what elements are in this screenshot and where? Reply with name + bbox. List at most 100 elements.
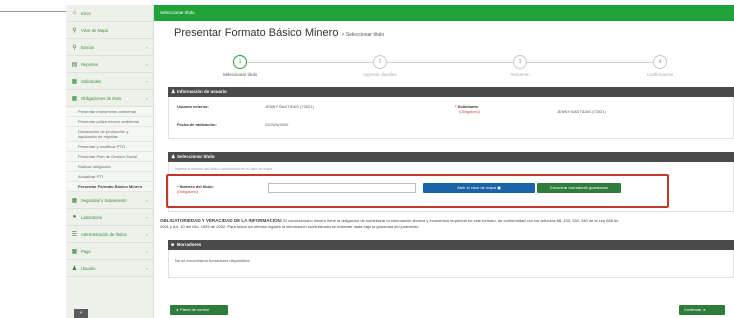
select-title-header: ♟ Seleccionar título <box>168 152 734 162</box>
sidebar-item-label: Pago <box>81 248 91 254</box>
step-2-number: 2 <box>373 55 387 69</box>
sidebar-item[interactable]: ▦ Seguridad y Salvamento » <box>66 192 153 209</box>
find-drafts-label: Encontrar borradores guardados <box>550 185 608 190</box>
page-title-text: Presentar Formato Básico Minero <box>174 27 339 39</box>
step-2-label: Ingresar detalles <box>363 72 397 77</box>
step-3-label: Resumen <box>510 72 530 77</box>
user-value: JENNY BASTIDAS (73521) <box>265 104 314 109</box>
step-2: 2 Ingresar detalles <box>340 54 420 77</box>
page-title: Presentar Formato Básico Minero > Selecc… <box>174 27 384 39</box>
sidebar-item-label: Visor de Mapa <box>81 27 108 33</box>
applicant-required: (Obligatorio) <box>459 110 480 114</box>
drafts-heading: Borradores <box>177 242 202 247</box>
divider <box>0 11 66 12</box>
sidebar-subitem[interactable]: Radicar obligación <box>66 162 153 172</box>
sidebar-item-label: Solicitudes <box>81 78 102 84</box>
open-map-viewer-label: Abrir el visor de mapa <box>457 185 496 190</box>
lab-icon: ● <box>72 214 77 220</box>
step-indicator: 1 Seleccionar título 2 Ingresar detalles 3… <box>160 54 734 84</box>
sidebar-subitem[interactable]: Declaración de producción y liquidación … <box>66 127 153 142</box>
sidebar-item-label: Inicio <box>81 10 91 16</box>
search-icon: ⚲ <box>72 44 77 51</box>
sidebar-item[interactable]: ▦ Pago » <box>66 243 153 260</box>
sidebar-item[interactable]: ♟ Usuario » <box>66 260 153 277</box>
report-icon: ▤ <box>71 61 78 68</box>
sidebar-item[interactable]: ⌂ Inicio <box>66 5 153 22</box>
user-info-heading: Información de usuario <box>177 89 227 94</box>
open-map-viewer-button[interactable]: Abrir el visor de mapa ▣ <box>423 183 535 193</box>
page-title-breadcrumb: > Seleccionar título <box>341 32 385 38</box>
find-drafts-button[interactable]: Encontrar borradores guardados <box>537 183 621 193</box>
step-1: 1 Seleccionar título <box>200 54 280 77</box>
user-label: Usuario externo: <box>177 104 209 109</box>
control-panel-label: Panel de control <box>180 307 210 312</box>
sidebar-subitem[interactable]: Presentar Plan de Gestión Social <box>66 152 153 162</box>
user-info-header: ♟ Información de usuario <box>168 87 734 97</box>
chevron-icon: » <box>145 265 148 271</box>
select-title-heading: Seleccionar título <box>177 154 215 159</box>
sidebar-item-label: Usuario <box>81 265 96 271</box>
step-1-number: 1 <box>233 55 247 69</box>
chevron-icon: » <box>145 231 148 237</box>
user-icon: ♟ <box>71 265 78 272</box>
step-4-number: 4 <box>653 55 667 69</box>
grid-icon: ▦ <box>71 95 78 102</box>
chevron-icon: » <box>145 214 148 220</box>
sidebar-item-label: Laboratorio <box>81 214 103 220</box>
sidebar-item-label: Obligaciones de título <box>81 95 122 101</box>
sidebar-item[interactable]: ☰ Administración de títulos » <box>66 226 153 243</box>
chevron-icon: » <box>145 61 148 67</box>
step-4-label: Confirmación <box>646 72 674 77</box>
sidebar-subitem[interactable]: Presentar póliza minero ambiental <box>66 117 153 127</box>
arrow-right-icon: ▸ <box>703 307 706 312</box>
applicant-label: * Solicitante: <box>455 104 480 109</box>
drafts-panel: No se encontraron borradores disponibles… <box>168 250 734 278</box>
date-label: Fecha de radicación: <box>177 122 217 127</box>
step-3-number: 3 <box>513 55 527 69</box>
sidebar-subitem[interactable]: Presentar Formato Básico Minero <box>66 182 153 192</box>
drafts-header: ■ Borradores <box>168 240 734 250</box>
sidebar-subitem[interactable]: Presentar y modificar PTO <box>66 142 153 152</box>
title-number-input[interactable] <box>268 183 416 193</box>
applicant-value: JENNY BASTIDAS (73521) <box>557 109 606 114</box>
sidebar-item-label: Reportes <box>81 61 98 67</box>
sidebar-item[interactable]: ⚲ Visor de Mapa <box>66 22 153 39</box>
legal-notice-line2: 2001 y Art. 10 del Dto. 1993 de 2002. Pa… <box>160 224 420 229</box>
document-icon: ■ <box>171 242 175 248</box>
step-line <box>240 62 660 63</box>
user-icon: ♟ <box>171 154 176 160</box>
chevron-icon: » <box>145 78 148 84</box>
user-info-panel: Usuario externo: JENNY BASTIDAS (73521) … <box>168 97 734 139</box>
step-1-label: Seleccionar título <box>222 72 258 77</box>
left-gutter <box>0 0 66 318</box>
map-icon: ▣ <box>497 185 501 190</box>
sidebar-item-label: Seguridad y Salvamento <box>81 197 127 203</box>
top-bar-label: Seleccionar título <box>160 10 195 15</box>
sidebar-item[interactable]: ● Laboratorio » <box>66 209 153 226</box>
continue-button[interactable]: Continuar ▸ <box>679 305 725 315</box>
continue-label: Continuar <box>684 307 702 312</box>
grid-icon: ▦ <box>71 197 78 204</box>
sidebar-item[interactable]: ▤ Reportes » <box>66 56 153 73</box>
sidebar-item-label: Administración de títulos <box>81 231 127 237</box>
step-3: 3 Resumen <box>480 54 560 77</box>
map-marker-icon: ⚲ <box>72 27 77 34</box>
sidebar-item[interactable]: ▦ Obligaciones de título » <box>66 90 153 107</box>
collapse-sidebar-button[interactable]: « <box>74 309 88 318</box>
sidebar-item[interactable]: ▦ Solicitudes » <box>66 73 153 90</box>
sidebar-item[interactable]: ⚲ Buscar » <box>66 39 153 56</box>
chevron-icon: » <box>145 44 148 50</box>
legal-notice: OBLIGATORIEDAD Y VERACIDAD DE LA INFORMA… <box>160 218 734 230</box>
chevron-icon: » <box>145 95 148 101</box>
home-icon: ⌂ <box>72 10 77 16</box>
select-title-hint: Ingrese el número del título o selección… <box>175 167 274 171</box>
drafts-empty-message: No se encontraron borradores disponibles… <box>175 258 251 263</box>
sidebar: ⌂ Inicio ⚲ Visor de Mapa ⚲ Buscar» ▤ Reportes» ▦… <box>66 5 154 318</box>
sidebar-subitem[interactable]: Presentar instrumento ambiental <box>66 107 153 117</box>
grid-icon: ▦ <box>71 78 78 85</box>
arrow-left-icon: ◂ <box>176 307 179 312</box>
top-bar: Seleccionar título <box>154 5 734 21</box>
control-panel-button[interactable]: ◂ Panel de control <box>170 305 228 315</box>
sidebar-subitem[interactable]: Actualizar PTI <box>66 172 153 182</box>
grid-icon: ▦ <box>71 248 78 255</box>
